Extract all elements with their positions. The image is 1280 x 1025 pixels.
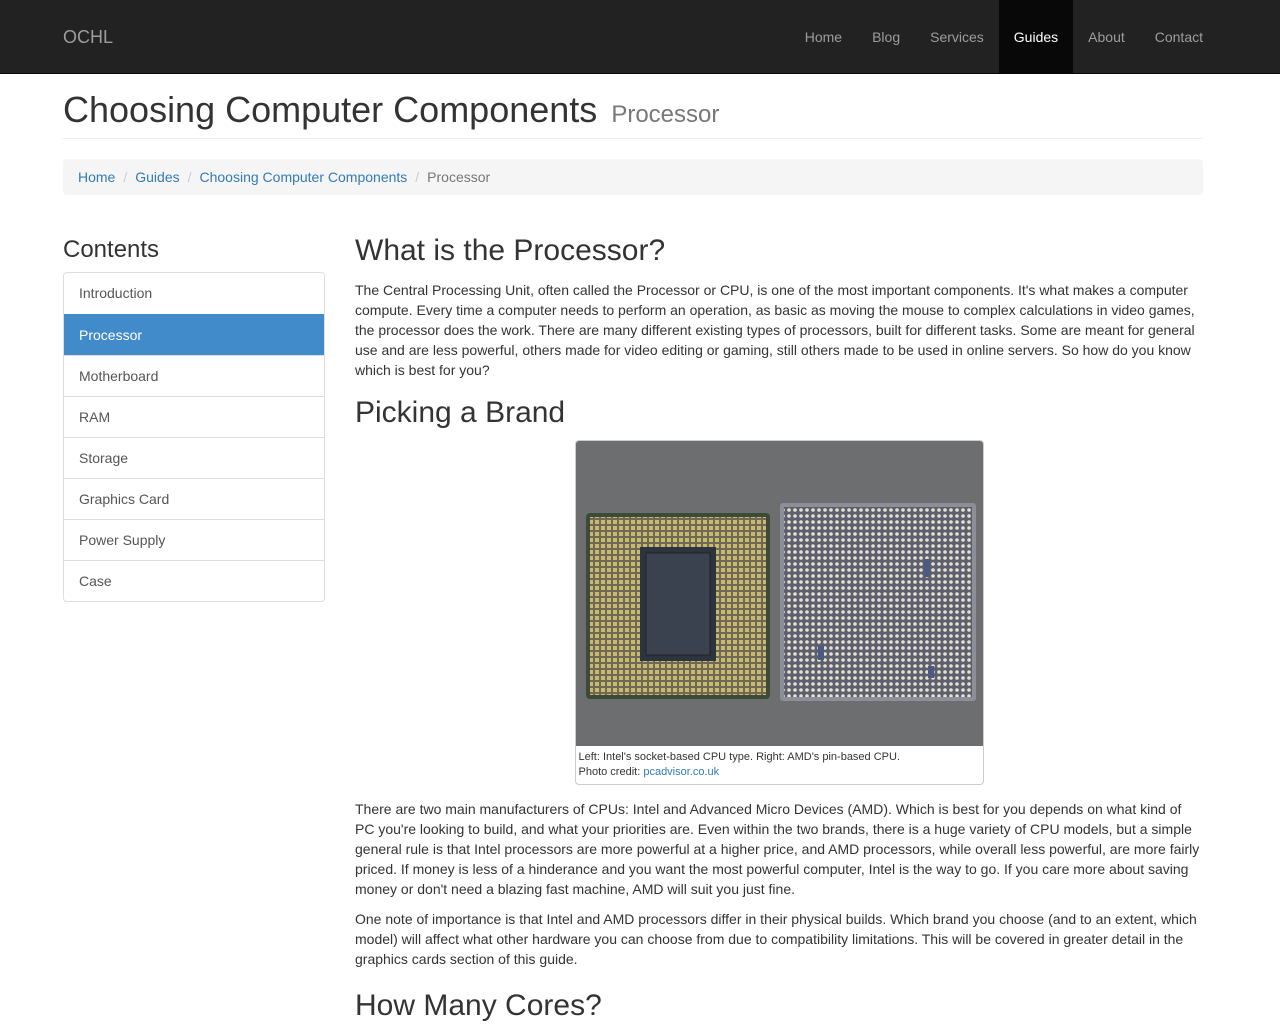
- photo-credit: Photo credit: pcadvisor.co.uk: [579, 765, 980, 780]
- main-content: What is the Processor? The Central Proce…: [355, 232, 1203, 1025]
- sidebar-item-power-supply[interactable]: Power Supply: [64, 519, 324, 560]
- heading-what-is-processor: What is the Processor?: [355, 234, 666, 267]
- sidebar-item-processor[interactable]: Processor: [64, 314, 324, 355]
- figure-caption: Left: Intel's socket-based CPU type. Rig…: [576, 746, 983, 784]
- nav-item-about[interactable]: About: [1073, 0, 1140, 74]
- sidebar-item-motherboard[interactable]: Motherboard: [64, 355, 324, 396]
- paragraph-what-is-processor: The Central Processing Unit, often calle…: [355, 282, 1195, 378]
- caption-text: Left: Intel's socket-based CPU type. Rig…: [578, 751, 901, 763]
- cpu-figure: Left: Intel's socket-based CPU type. Rig…: [574, 440, 984, 785]
- breadcrumb-separator: /: [415, 169, 420, 185]
- sidebar-item-ram[interactable]: RAM: [64, 396, 324, 437]
- breadcrumb-choosing-components[interactable]: Choosing Computer Components: [200, 159, 408, 195]
- nav-item-blog[interactable]: Blog: [857, 0, 915, 74]
- nav-item-home[interactable]: Home: [790, 0, 857, 74]
- breadcrumb: Home / Guides / Choosing Computer Compon…: [63, 159, 1203, 195]
- page-header: Choosing Computer Components Processor: [63, 74, 1203, 139]
- heading-how-many-cores: How Many Cores?: [355, 989, 602, 1022]
- contents-list: Introduction Processor Motherboard RAM S…: [63, 272, 325, 602]
- nav-menu: Home Blog Services Guides About Contact: [790, 0, 1218, 74]
- photo-credit-label: Photo credit:: [578, 766, 644, 778]
- breadcrumb-guides[interactable]: Guides: [135, 159, 179, 195]
- heading-picking-brand: Picking a Brand: [355, 396, 566, 429]
- breadcrumb-current: Processor: [427, 169, 491, 185]
- sidebar-item-graphics-card[interactable]: Graphics Card: [64, 478, 324, 519]
- nav-item-services[interactable]: Services: [915, 0, 999, 74]
- contents-sidebar: Contents Introduction Processor Motherbo…: [63, 232, 325, 602]
- paragraph-compatibility: One note of importance is that Intel and…: [355, 911, 1197, 967]
- sidebar-item-introduction[interactable]: Introduction: [64, 273, 324, 314]
- nav-item-contact[interactable]: Contact: [1140, 0, 1218, 74]
- top-navbar: OCHL Home Blog Services Guides About Con…: [0, 0, 1280, 74]
- cpu-photo: [575, 441, 983, 746]
- page-title: Choosing Computer Components Processor: [63, 90, 1203, 135]
- breadcrumb-separator: /: [123, 169, 128, 185]
- page-title-text: Choosing Computer Components: [63, 89, 598, 130]
- breadcrumb-separator: /: [187, 169, 192, 185]
- brand-logo[interactable]: OCHL: [63, 0, 113, 74]
- contents-heading: Contents: [63, 236, 160, 263]
- page-subtitle: Processor: [611, 101, 720, 128]
- nav-item-guides[interactable]: Guides: [998, 0, 1074, 74]
- photo-credit-link[interactable]: pcadvisor.co.uk: [643, 766, 719, 778]
- amd-cpu-image: [779, 503, 976, 701]
- sidebar-item-storage[interactable]: Storage: [64, 437, 324, 478]
- sidebar-item-case[interactable]: Case: [64, 560, 324, 601]
- page-container: Choosing Computer Components Processor H…: [63, 74, 1203, 1022]
- paragraph-brands: There are two main manufacturers of CPUs…: [355, 801, 1200, 897]
- intel-cpu-image: [585, 513, 770, 699]
- breadcrumb-home[interactable]: Home: [78, 159, 115, 195]
